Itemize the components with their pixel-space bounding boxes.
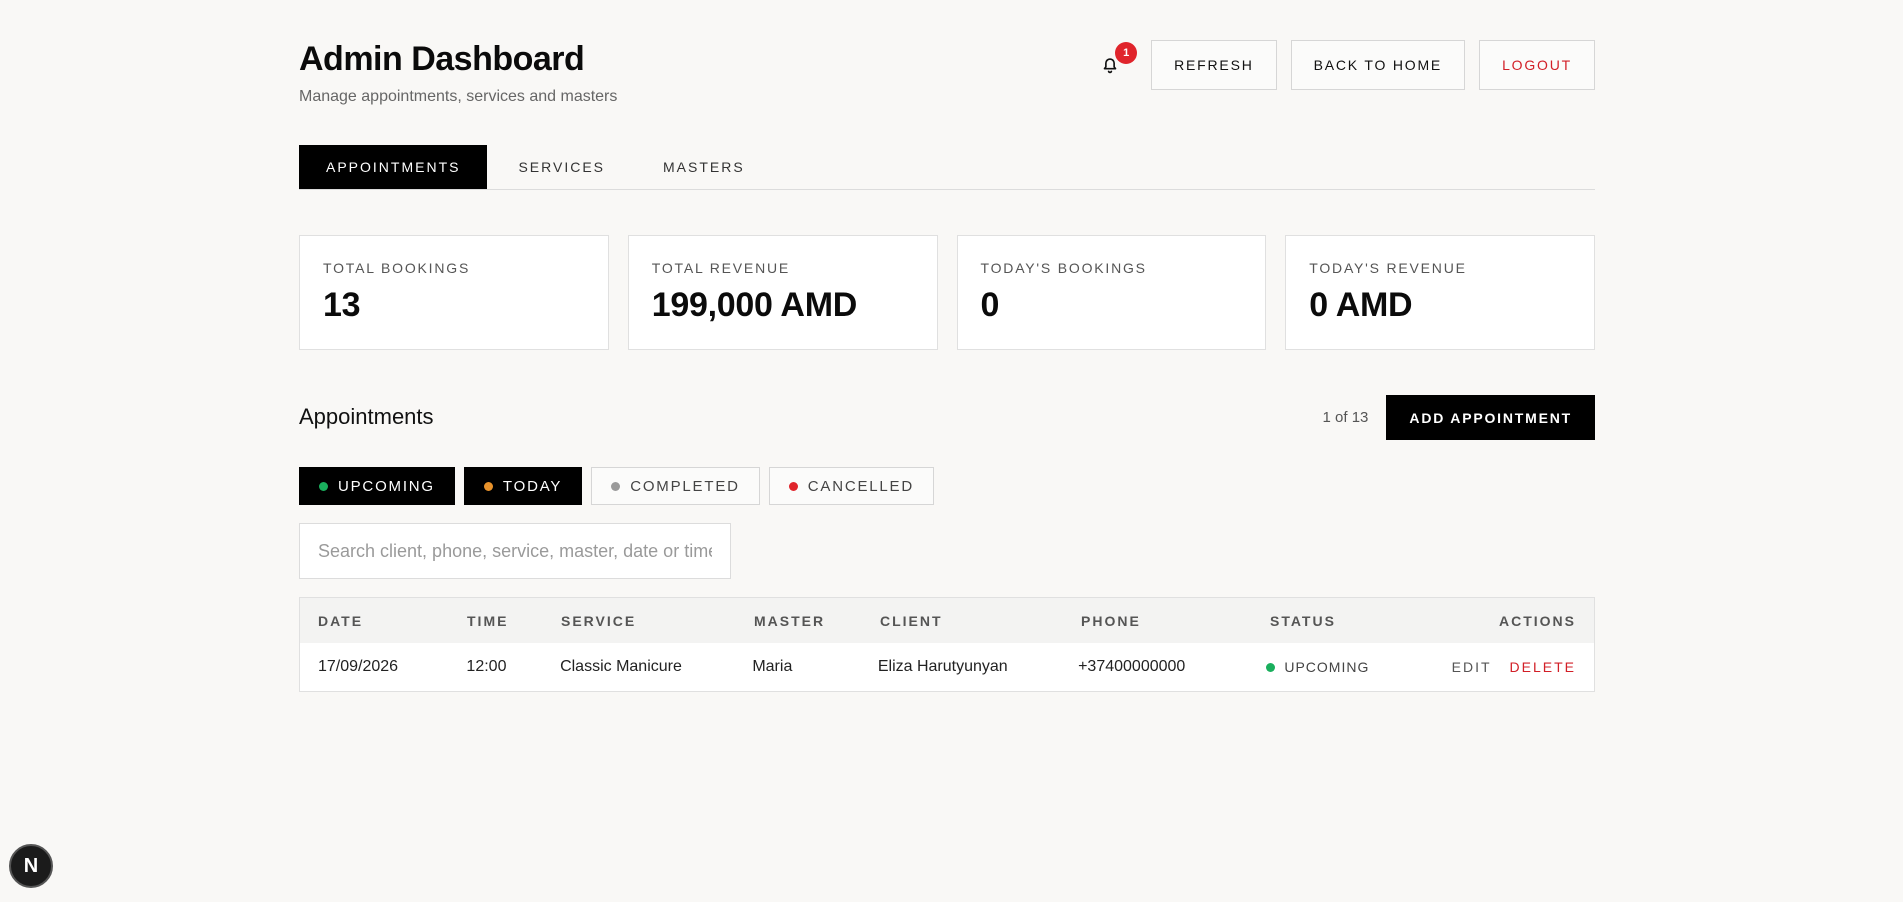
logout-button[interactable]: LOGOUT: [1479, 40, 1595, 90]
section-title: Appointments: [299, 404, 434, 429]
status-dot: [483, 481, 493, 491]
status-dot: [611, 481, 621, 491]
result-count: 1 of 13: [1322, 409, 1369, 426]
filter-label: COMPLETED: [630, 477, 740, 495]
column-header-time: TIME: [467, 612, 509, 629]
filter-label: TODAY: [502, 477, 563, 495]
refresh-button[interactable]: REFRESH: [1151, 40, 1277, 90]
status-label: UPCOMING: [1284, 659, 1370, 675]
tab-appointments[interactable]: APPOINTMENTS: [299, 145, 488, 189]
tab-masters[interactable]: MASTERS: [636, 145, 772, 189]
filter-completed[interactable]: COMPLETED: [591, 467, 760, 505]
stat-card-total-bookings: TOTAL BOOKINGS 13: [299, 235, 609, 350]
section-actions: 1 of 13 ADD APPOINTMENT: [1323, 395, 1595, 440]
back-to-home-button[interactable]: BACK TO HOME: [1290, 40, 1466, 90]
column-header-phone: PHONE: [1081, 612, 1141, 629]
cell-status: UPCOMING: [1266, 659, 1451, 675]
cell-client: Eliza Harutyunyan: [877, 658, 1008, 675]
filter-cancelled[interactable]: CANCELLED: [768, 467, 934, 505]
cell-time: 12:00: [466, 658, 507, 675]
dev-tools-badge[interactable]: N: [9, 844, 53, 888]
cell-actions: EDIT DELETE: [1452, 659, 1594, 675]
appointments-table: DATE TIME SERVICE MASTER CLIENT PHONE ST…: [299, 597, 1595, 692]
status-dot: [1266, 662, 1276, 672]
cell-phone: +37400000000: [1078, 658, 1186, 675]
table-row: 17/09/2026 12:00 Classic Manicure Maria …: [300, 643, 1594, 691]
delete-button[interactable]: DELETE: [1510, 659, 1576, 675]
notifications-button[interactable]: 1: [1095, 40, 1138, 90]
stat-label: TODAY'S BOOKINGS: [980, 260, 1147, 276]
stat-card-total-revenue: TOTAL REVENUE 199,000 AMD: [627, 235, 938, 350]
column-header-client: CLIENT: [880, 612, 943, 629]
column-header-status: STATUS: [1270, 612, 1336, 629]
column-header-service: SERVICE: [561, 612, 637, 629]
cell-date: 17/09/2026: [318, 658, 399, 675]
next-logo-icon: N: [23, 854, 39, 877]
column-header-actions: ACTIONS: [1499, 612, 1576, 629]
column-header-master: MASTER: [754, 612, 826, 629]
stat-card-todays-revenue: TODAY'S REVENUE 0 AMD: [1285, 235, 1595, 350]
filter-label: CANCELLED: [807, 477, 914, 495]
table-header: DATE TIME SERVICE MASTER CLIENT PHONE ST…: [300, 598, 1594, 643]
notification-count-badge: 1: [1115, 42, 1138, 64]
header-actions: 1 REFRESH BACK TO HOME LOGOUT: [1095, 40, 1595, 90]
stat-label: TOTAL REVENUE: [651, 260, 791, 276]
stat-label: TODAY'S REVENUE: [1309, 260, 1467, 276]
page-header: Admin Dashboard Manage appointments, ser…: [299, 0, 1595, 130]
stat-value: 199,000 AMD: [651, 286, 858, 324]
column-header-date: DATE: [318, 612, 364, 629]
search-input[interactable]: [299, 523, 731, 579]
stat-value: 0: [980, 286, 1000, 324]
page-subtitle: Manage appointments, services and master…: [299, 88, 618, 105]
stats-row: TOTAL BOOKINGS 13 TOTAL REVENUE 199,000 …: [299, 235, 1595, 350]
dashboard-container: Admin Dashboard Manage appointments, ser…: [299, 0, 1595, 692]
edit-button[interactable]: EDIT: [1452, 659, 1492, 675]
stat-value: 13: [323, 286, 361, 324]
stat-card-todays-bookings: TODAY'S BOOKINGS 0: [956, 235, 1267, 350]
tab-bar: APPOINTMENTS SERVICES MASTERS: [299, 145, 1595, 190]
tab-services[interactable]: SERVICES: [491, 145, 632, 189]
page-title: Admin Dashboard: [299, 40, 585, 78]
cell-service: Classic Manicure: [560, 658, 682, 675]
status-filters: UPCOMING TODAY COMPLETED CANCELLED: [299, 467, 934, 505]
add-appointment-button[interactable]: ADD APPOINTMENT: [1386, 395, 1595, 440]
status-dot: [788, 481, 798, 491]
stat-value: 0 AMD: [1309, 286, 1413, 324]
stat-label: TOTAL BOOKINGS: [323, 260, 471, 276]
filter-upcoming[interactable]: UPCOMING: [299, 467, 455, 505]
filter-label: UPCOMING: [338, 477, 435, 495]
cell-master: Maria: [752, 658, 793, 675]
status-dot: [319, 481, 328, 491]
filter-today[interactable]: TODAY: [463, 467, 583, 505]
